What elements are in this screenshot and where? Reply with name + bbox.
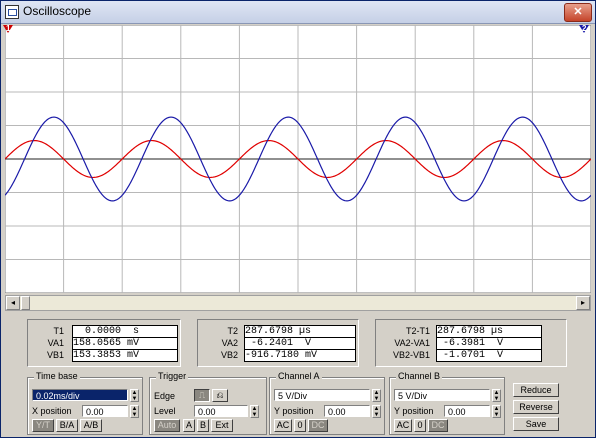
trigger-ext-button[interactable]: Ext — [211, 419, 233, 432]
channel-b-ypos-spin-icon[interactable]: ▲ ▼ — [492, 405, 501, 418]
level-label: Level — [154, 406, 176, 416]
reverse-button[interactable]: Reverse — [513, 400, 559, 414]
readout-label: VA1 — [47, 338, 64, 348]
readout-value: -1.0701 V — [436, 349, 542, 362]
channel-a-ypos-input[interactable]: 0.00 — [324, 405, 370, 417]
rising-edge-icon[interactable]: ⎍ — [194, 389, 210, 402]
edge-label: Edge — [154, 391, 176, 401]
readout-value: 153.3853 mV — [72, 349, 178, 362]
trigger-a-button[interactable]: A — [183, 419, 195, 432]
channel-a-zero-button[interactable]: 0 — [294, 419, 306, 432]
channel-b-scale-spin-icon[interactable]: ▲ ▼ — [492, 389, 501, 402]
channel-a-ypos-spin-icon[interactable]: ▲ ▼ — [372, 405, 381, 418]
scope-screen — [4, 24, 592, 294]
timebase-group: Time base 0.02ms/div ▲ ▼ X position 0.00 … — [27, 371, 143, 435]
trigger-title: Trigger — [156, 371, 189, 381]
channel-a-group: Channel A 5 V/Div ▲ ▼ Y position 0.00 ▲ ▼ … — [269, 371, 385, 435]
channel-a-dc-button[interactable]: DC — [308, 419, 328, 432]
timebase-select[interactable]: 0.02ms/div — [32, 389, 128, 401]
cursor-1-label: 1 — [6, 24, 11, 33]
level-spin-icon[interactable]: ▲ ▼ — [250, 405, 259, 418]
reduce-button[interactable]: Reduce — [513, 383, 559, 397]
channel-b-ac-button[interactable]: AC — [394, 419, 412, 432]
channel-b-ypos-input[interactable]: 0.00 — [444, 405, 490, 417]
scope-display — [4, 24, 592, 294]
mode-yt-button[interactable]: Y/T — [32, 419, 54, 432]
readout-value: -916.7180 mV — [244, 349, 356, 362]
readout-label: VB2-VB1 — [392, 350, 430, 360]
readout-t1: T1 0.0000 s VA1 158.0565 mV VB1 153.3853… — [27, 319, 181, 367]
trigger-b-button[interactable]: B — [197, 419, 209, 432]
readout-label: VB2 — [220, 350, 238, 360]
trigger-group: Trigger Edge ⎍ ⎌ Level 0.00 ▲ ▼ Auto A B … — [149, 371, 267, 435]
channel-b-scale-select[interactable]: 5 V/Div — [394, 389, 490, 401]
readout-label: T1 — [53, 326, 64, 336]
readout-t2: T2 287.6798 µs VA2 -6.2401 V VB2 -916.71… — [197, 319, 359, 367]
window-title: Oscilloscope — [23, 4, 92, 18]
channel-a-ac-button[interactable]: AC — [274, 419, 292, 432]
channel-b-dc-button[interactable]: DC — [428, 419, 448, 432]
readout-label: T2 — [227, 326, 238, 336]
title-bar[interactable]: Oscilloscope ✕ — [1, 1, 595, 24]
channel-a-scale-spin-icon[interactable]: ▲ ▼ — [372, 389, 381, 402]
level-input[interactable]: 0.00 — [194, 405, 248, 417]
mode-ba-button[interactable]: B/A — [56, 419, 78, 432]
channel-a-scale-select[interactable]: 5 V/Div — [274, 389, 370, 401]
readout-label: VA2-VA1 — [394, 338, 430, 348]
scroll-thumb[interactable] — [21, 296, 30, 310]
channel-b-title: Channel B — [396, 371, 443, 381]
oscilloscope-window: Oscilloscope ✕ 1 2 ◂ ▸ T1 0.0000 s VA1 1… — [0, 0, 596, 438]
cursor-2-label: 2 — [582, 24, 587, 33]
xpos-label: X position — [32, 406, 72, 416]
oscilloscope-app-icon — [5, 5, 19, 19]
readout-label: VB1 — [46, 350, 64, 360]
readout-label: VA2 — [221, 338, 238, 348]
trigger-auto-button[interactable]: Auto — [154, 419, 180, 432]
readout-delta: T2-T1 287.6798 µs VA2-VA1 -6.3981 V VB2-… — [375, 319, 567, 367]
readout-label: T2-T1 — [405, 326, 430, 336]
time-scrollbar[interactable]: ◂ ▸ — [5, 295, 591, 311]
falling-edge-icon[interactable]: ⎌ — [212, 389, 228, 402]
xpos-input[interactable]: 0.00 — [82, 405, 128, 417]
timebase-title: Time base — [34, 371, 80, 381]
channel-b-ypos-label: Y position — [394, 406, 434, 416]
timebase-spin-icon[interactable]: ▲ ▼ — [130, 389, 139, 402]
scroll-right-icon[interactable]: ▸ — [576, 296, 590, 310]
xpos-spin-icon[interactable]: ▲ ▼ — [130, 405, 139, 418]
mode-ab-button[interactable]: A/B — [80, 419, 102, 432]
close-button[interactable]: ✕ — [564, 3, 592, 22]
channel-b-zero-button[interactable]: 0 — [414, 419, 426, 432]
channel-a-ypos-label: Y position — [274, 406, 314, 416]
channel-b-group: Channel B 5 V/Div ▲ ▼ Y position 0.00 ▲ ▼ … — [389, 371, 505, 435]
save-button[interactable]: Save — [513, 417, 559, 431]
channel-a-title: Channel A — [276, 371, 322, 381]
scroll-left-icon[interactable]: ◂ — [6, 296, 20, 310]
